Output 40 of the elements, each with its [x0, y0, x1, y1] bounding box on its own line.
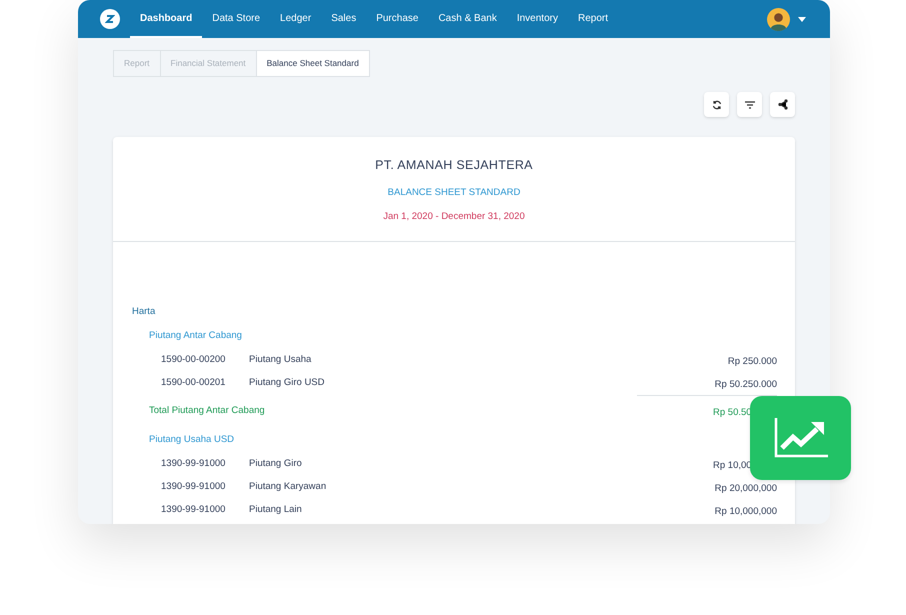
section-heading: Harta [132, 305, 156, 320]
nav-tab[interactable]: Inventory [506, 0, 568, 38]
account-name: Piutang Giro USD [249, 376, 325, 390]
account-name: Piutang Giro [249, 456, 302, 471]
nav-tab[interactable]: Report [568, 0, 618, 38]
group-heading: Piutang Antar Cabang [149, 329, 242, 344]
amount-text: Rp 10,000,000 [714, 506, 777, 517]
account-code: 1390-99-91000 [161, 456, 226, 471]
nav-tab[interactable]: Data Store [202, 0, 270, 38]
group-heading: Piutang Usaha USD [149, 433, 234, 448]
refresh-icon [712, 100, 722, 110]
account-code: 1390-99-91000 [161, 502, 226, 517]
caret-icon[interactable] [798, 16, 806, 22]
refresh-button[interactable] [704, 92, 729, 117]
nav-tab[interactable]: Cash & Bank [428, 0, 507, 38]
nav-tab[interactable]: Dashboard [130, 0, 202, 38]
nav-tab[interactable]: Purchase [366, 0, 428, 38]
filter-button[interactable] [737, 92, 762, 117]
nav-tab[interactable]: Ledger [270, 0, 322, 38]
amount-text: Rp 50.250.000 [714, 378, 777, 390]
share-icon [778, 99, 788, 110]
account-name: Piutang Usaha [249, 352, 312, 367]
account-code: 1590-00-00201 [161, 376, 226, 390]
account-name: Piutang Lain [249, 502, 302, 517]
amount-text: Rp 20,000,000 [714, 482, 777, 494]
logo-icon[interactable] [100, 9, 120, 29]
report-title: BALANCE SHEET STANDARD [388, 186, 520, 200]
rising-chart-icon [774, 418, 828, 458]
filter-icon [744, 100, 754, 108]
report-period: Jan 1, 2020 - December 31, 2020 [383, 210, 525, 224]
share-button[interactable] [770, 92, 795, 117]
total-label: Total Piutang Antar Cabang [149, 404, 265, 418]
account-name: Piutang Karyawan [249, 480, 326, 494]
company-name: PT. AMANAH SEJAHTERA [375, 157, 533, 174]
nav-tab[interactable]: Sales [321, 0, 366, 38]
account-code: 1390-99-91000 [161, 480, 226, 494]
avatar-icon[interactable] [767, 8, 790, 30]
amount-text: Rp 250.000 [728, 356, 777, 367]
account-code: 1590-00-00200 [161, 352, 226, 367]
breadcrumb-item[interactable]: Balance Sheet Standard [256, 50, 370, 77]
